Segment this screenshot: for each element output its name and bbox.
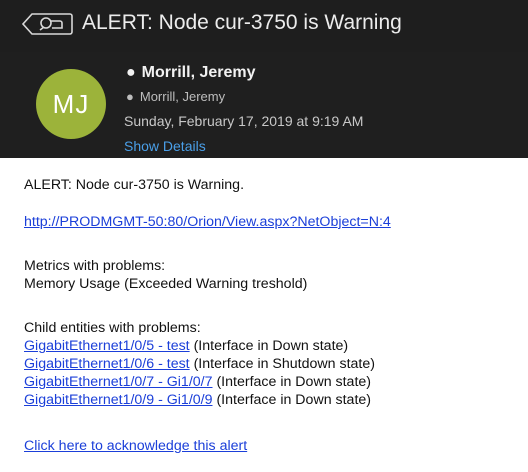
show-details-link[interactable]: Show Details (124, 138, 206, 154)
sender-name-text: Morrill, Jeremy (141, 64, 256, 81)
node-link-text[interactable]: http://PRODMGMT-50:80/Orion/View.aspx?Ne… (24, 214, 391, 230)
alert-heading: ALERT: Node cur-3750 is Warning. (24, 177, 245, 193)
child-entity-status: (Interface in Down state) (216, 374, 372, 390)
tag-icon[interactable] (22, 12, 74, 36)
child-entity-row: GigabitEthernet1/0/5 - test (Interface i… (24, 337, 348, 355)
child-entity-link[interactable]: GigabitEthernet1/0/5 - test (24, 338, 190, 354)
child-entity-row: GigabitEthernet1/0/7 - Gi1/0/7 (Interfac… (24, 373, 371, 391)
child-entity-status: (Interface in Down state) (216, 392, 372, 408)
child-entity-status: (Interface in Down state) (193, 338, 349, 354)
child-entity-link[interactable]: GigabitEthernet1/0/6 - test (24, 356, 190, 372)
avatar: MJ (36, 69, 106, 139)
message-subject: ALERT: Node cur-3750 is Warning (82, 11, 402, 34)
recipient-name[interactable]: ● Morrill, Jeremy (126, 89, 225, 104)
child-entity-row: GigabitEthernet1/0/6 - test (Interface i… (24, 355, 375, 373)
bullet-icon: ● (126, 64, 136, 81)
acknowledge-link[interactable]: Click here to acknowledge this alert (24, 437, 247, 455)
title-bar: ALERT: Node cur-3750 is Warning (0, 0, 528, 53)
bullet-icon: ● (126, 89, 134, 104)
child-entity-link[interactable]: GigabitEthernet1/0/9 - Gi1/0/9 (24, 392, 213, 408)
message-body: ALERT: Node cur-3750 is Warning. http://… (0, 158, 528, 472)
acknowledge-link-text[interactable]: Click here to acknowledge this alert (24, 438, 247, 454)
child-entity-row: GigabitEthernet1/0/9 - Gi1/0/9 (Interfac… (24, 391, 371, 409)
metrics-title: Metrics with problems: (24, 258, 166, 274)
node-link[interactable]: http://PRODMGMT-50:80/Orion/View.aspx?Ne… (24, 213, 391, 231)
children-title: Child entities with problems: (24, 320, 201, 336)
recipient-name-text: Morrill, Jeremy (139, 89, 226, 104)
message-date: Sunday, February 17, 2019 at 9:19 AM (124, 113, 364, 129)
message-header: MJ ● Morrill, Jeremy ● Morrill, Jeremy Sun… (0, 52, 528, 158)
child-entity-status: (Interface in Shutdown state) (193, 356, 375, 372)
metrics-item: Memory Usage (Exceeded Warning treshold) (24, 276, 308, 292)
sender-name[interactable]: ● Morrill, Jeremy (126, 64, 256, 82)
child-entity-link[interactable]: GigabitEthernet1/0/7 - Gi1/0/7 (24, 374, 213, 390)
